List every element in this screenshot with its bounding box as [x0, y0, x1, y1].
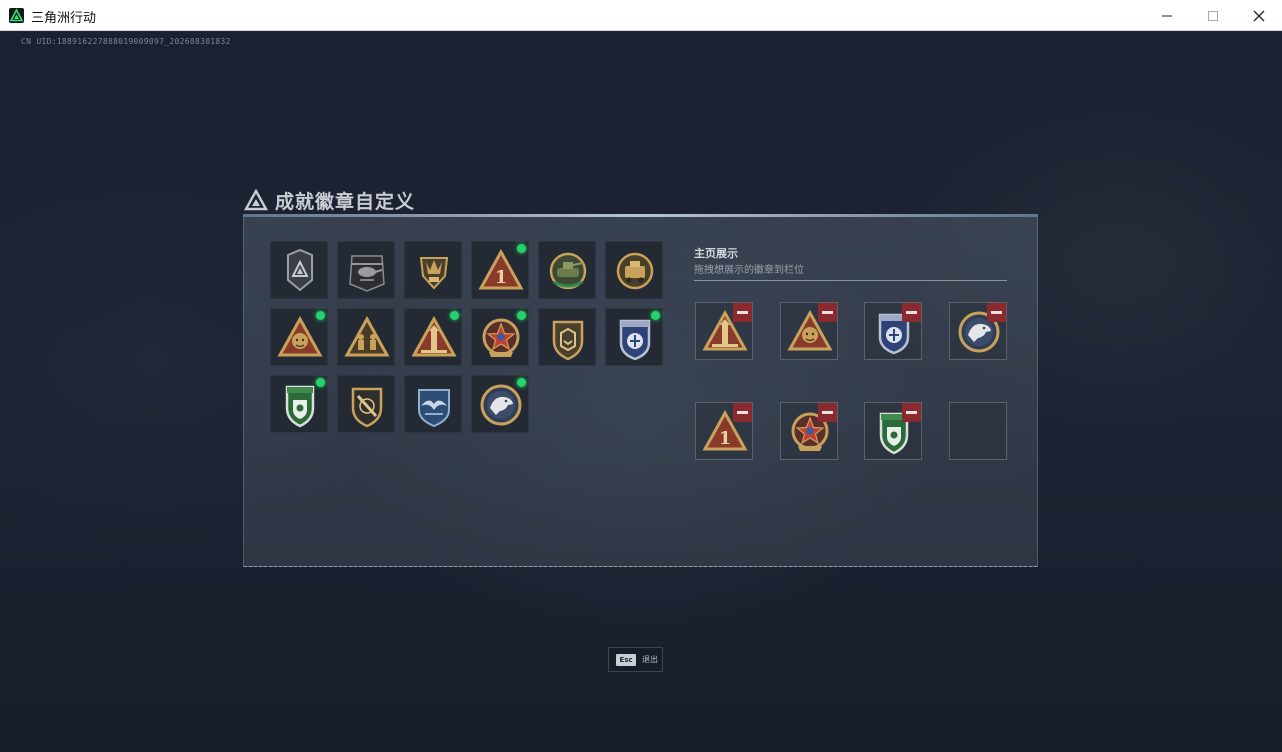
badge-item[interactable] — [605, 241, 663, 299]
rifle-shield-badge-icon — [351, 387, 383, 428]
home-display-subtitle: 拖拽想展示的徽章到栏位 — [694, 265, 804, 276]
display-slot[interactable] — [780, 302, 838, 360]
badge-item[interactable] — [471, 375, 529, 433]
new-indicator — [316, 378, 325, 387]
delta-logo-icon — [244, 189, 268, 211]
badge-item[interactable] — [404, 241, 462, 299]
new-indicator — [316, 311, 325, 320]
panel-title: 成就徽章自定义 — [275, 190, 416, 213]
badge-item[interactable] — [270, 241, 328, 299]
badge-item[interactable] — [404, 375, 462, 433]
close-button[interactable] — [1236, 0, 1282, 31]
minus-icon — [991, 311, 1002, 314]
tower-triangle-badge-icon — [411, 315, 457, 357]
minus-icon — [737, 311, 748, 314]
esc-key-icon: Esc — [616, 653, 636, 666]
display-slot[interactable]: 1 — [695, 402, 753, 460]
number-one-triangle-badge-icon: 1 — [478, 248, 524, 290]
new-indicator — [517, 311, 526, 320]
svg-text:1: 1 — [495, 267, 508, 288]
soldiers-triangle-badge-icon — [344, 315, 390, 357]
exit-button[interactable]: Esc 退出 — [608, 647, 663, 672]
panel-top-border — [243, 214, 1038, 217]
display-slot[interactable] — [864, 302, 922, 360]
uid-label: CN UID:188916227888019009097_20260830183… — [21, 37, 231, 46]
badge-item[interactable] — [538, 241, 596, 299]
badge-item[interactable]: 1 — [471, 241, 529, 299]
remove-badge-button[interactable] — [902, 303, 921, 322]
display-slot[interactable] — [949, 302, 1007, 360]
blue-police-badge-icon — [619, 319, 651, 361]
new-indicator — [651, 311, 660, 320]
badge-item[interactable] — [471, 308, 529, 366]
new-indicator — [517, 244, 526, 253]
badge-item[interactable] — [270, 308, 328, 366]
new-indicator — [517, 378, 526, 387]
display-slot[interactable] — [695, 302, 753, 360]
badge-item[interactable] — [337, 308, 395, 366]
badge-item[interactable] — [538, 308, 596, 366]
badge-item[interactable] — [337, 375, 395, 433]
display-slot[interactable] — [780, 402, 838, 460]
new-indicator — [450, 311, 459, 320]
badge-item[interactable] — [404, 308, 462, 366]
minus-icon — [906, 311, 917, 314]
window-titlebar: 三角洲行动 — [0, 0, 1282, 31]
close-icon — [1253, 10, 1265, 21]
minus-icon — [822, 411, 833, 414]
badge-item[interactable] — [270, 375, 328, 433]
exit-label: 退出 — [642, 655, 658, 664]
remove-badge-button[interactable] — [902, 403, 921, 422]
helicopter-badge-icon — [349, 255, 385, 292]
armored-vehicle-badge-icon — [616, 252, 654, 290]
delta-force-app-icon — [9, 8, 24, 23]
panel-heading: 成就徽章自定义 — [244, 186, 415, 214]
crown-crest-badge-icon — [419, 257, 449, 290]
home-display-divider — [694, 280, 1007, 281]
badge-item[interactable] — [337, 241, 395, 299]
green-tank-badge-icon — [549, 252, 587, 290]
svg-text:1: 1 — [719, 428, 732, 449]
delta-shield-badge-icon — [287, 248, 313, 292]
remove-badge-button[interactable] — [733, 303, 752, 322]
green-lion-shield-badge-icon — [285, 385, 315, 428]
display-slot[interactable] — [864, 402, 922, 460]
window-title: 三角洲行动 — [31, 11, 97, 26]
remove-badge-button[interactable] — [818, 403, 837, 422]
remove-badge-button[interactable] — [818, 303, 837, 322]
panel-bottom-border — [244, 566, 1037, 567]
empty-display-slot[interactable] — [949, 402, 1007, 460]
badge-item[interactable] — [605, 308, 663, 366]
game-viewport: CN UID:188916227888019009097_20260830183… — [0, 31, 1282, 752]
lion-triangle-badge-icon — [277, 315, 323, 357]
eagle-medallion-badge-icon — [480, 384, 522, 426]
minus-icon — [737, 411, 748, 414]
blue-wings-badge-icon — [418, 389, 450, 428]
maximize-button[interactable] — [1190, 0, 1236, 31]
minus-icon — [906, 411, 917, 414]
minimize-icon — [1162, 15, 1172, 16]
home-display-title: 主页展示 — [694, 247, 738, 260]
remove-badge-button[interactable] — [987, 303, 1006, 322]
badge-customize-panel: 1 主页展示 拖拽想展示的徽章到栏位 1 — [243, 214, 1038, 567]
minus-icon — [822, 311, 833, 314]
minimize-button[interactable] — [1144, 0, 1190, 31]
chevron-shield-badge-icon — [552, 320, 584, 361]
red-star-medal-icon — [482, 318, 520, 357]
maximize-icon — [1208, 10, 1218, 21]
remove-badge-button[interactable] — [733, 403, 752, 422]
